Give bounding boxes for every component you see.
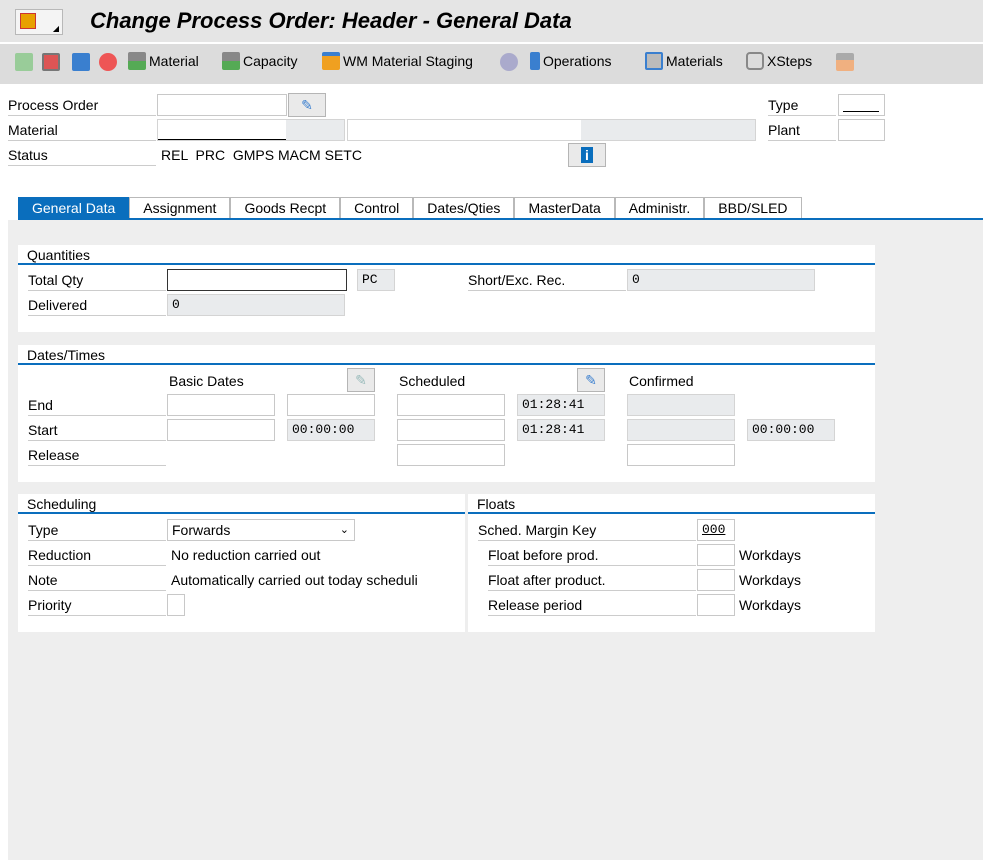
- float-before-label: Float before prod.: [488, 544, 696, 566]
- plant-label: Plant: [768, 119, 836, 141]
- status-label: Status: [8, 144, 156, 166]
- confirmed-start-date: [627, 419, 735, 441]
- tab-goods-recpt[interactable]: Goods Recpt: [230, 197, 341, 219]
- short-exc-rec-label: Short/Exc. Rec.: [468, 269, 626, 291]
- calendar-icon[interactable]: [42, 53, 60, 71]
- material-label: Material: [8, 119, 156, 141]
- tab-masterdata[interactable]: MasterData: [514, 197, 615, 219]
- material-description-field: [347, 119, 756, 141]
- lifebuoy-icon[interactable]: [99, 53, 117, 71]
- confirmed-end-date: [627, 394, 735, 416]
- priority-input[interactable]: [167, 594, 185, 616]
- scheduled-edit-button[interactable]: ✎: [577, 368, 605, 392]
- pencil-icon: ✎: [585, 372, 597, 388]
- scheduling-type-label: Type: [28, 519, 166, 541]
- scheduled-release-date[interactable]: [397, 444, 505, 466]
- basic-start-time: 00:00:00: [287, 419, 375, 441]
- tab-assignment[interactable]: Assignment: [129, 197, 231, 219]
- float-before-input[interactable]: [697, 544, 735, 566]
- end-label: End: [28, 394, 166, 416]
- edit-button[interactable]: ✎: [288, 93, 326, 117]
- basic-end-time[interactable]: [287, 394, 375, 416]
- materials-button[interactable]: Materials: [645, 52, 723, 70]
- scheduled-end-time: 01:28:41: [517, 394, 605, 416]
- total-qty-input[interactable]: [167, 269, 347, 291]
- delivered-label: Delivered: [28, 294, 166, 316]
- tab-bbd-sled[interactable]: BBD/SLED: [704, 197, 802, 219]
- reduction-label: Reduction: [28, 544, 166, 566]
- basic-end-date[interactable]: [167, 394, 275, 416]
- float-after-label: Float after product.: [488, 569, 696, 591]
- scheduled-start-time: 01:28:41: [517, 419, 605, 441]
- process-order-input[interactable]: [157, 94, 287, 116]
- quantities-title: Quantities: [18, 245, 875, 265]
- material-input[interactable]: [157, 119, 345, 141]
- scheduled-label: Scheduled: [399, 373, 466, 389]
- float-after-input[interactable]: [697, 569, 735, 591]
- warehouse-icon: [322, 52, 340, 70]
- xsteps-button[interactable]: XSteps: [746, 52, 812, 70]
- merge-icon[interactable]: [836, 53, 854, 71]
- tab-dates-qties[interactable]: Dates/Qties: [413, 197, 515, 219]
- menu-icon: [20, 13, 36, 29]
- wm-material-staging-button[interactable]: WM Material Staging: [322, 52, 473, 70]
- info-icon: i: [581, 147, 593, 163]
- short-exc-rec-field: 0: [627, 269, 815, 291]
- basic-dates-label: Basic Dates: [169, 373, 244, 389]
- operations-button[interactable]: Operations: [530, 52, 611, 70]
- chevron-down-icon: ⌄: [339, 524, 349, 536]
- reduction-value: No reduction carried out: [171, 547, 321, 563]
- tab-general-data[interactable]: General Data: [18, 197, 130, 219]
- plant-input[interactable]: [838, 119, 885, 141]
- basic-start-date[interactable]: [167, 419, 275, 441]
- calculator-icon[interactable]: [72, 53, 90, 71]
- release-label: Release: [28, 444, 166, 466]
- type-input[interactable]: [838, 94, 885, 116]
- release-period-label: Release period: [488, 594, 696, 616]
- workdays-label: Workdays: [739, 547, 801, 563]
- workdays-label: Workdays: [739, 597, 801, 613]
- delivered-field: 0: [167, 294, 345, 316]
- scheduled-end-date[interactable]: [397, 394, 505, 416]
- type-label: Type: [768, 94, 836, 116]
- note-value: Automatically carried out today scheduli: [171, 572, 418, 588]
- sched-margin-key-input[interactable]: 000: [697, 519, 735, 541]
- pencil-icon: ✎: [355, 372, 367, 388]
- tab-strip: General Data Assignment Goods Recpt Cont…: [18, 197, 802, 219]
- hierarchy-icon: [645, 52, 663, 70]
- unit-field: PC: [357, 269, 395, 291]
- confirmed-start-time: 00:00:00: [747, 419, 835, 441]
- tab-administr[interactable]: Administr.: [614, 197, 705, 219]
- scheduled-start-date[interactable]: [397, 419, 505, 441]
- priority-label: Priority: [28, 594, 166, 616]
- status-value: REL PRC GMPS MACM SETC: [161, 147, 362, 163]
- floats-title: Floats: [468, 494, 875, 514]
- scheduling-title: Scheduling: [18, 494, 465, 514]
- hat-icon[interactable]: [500, 53, 518, 71]
- page-title: Change Process Order: Header - General D…: [90, 8, 572, 33]
- system-menu-button[interactable]: ◢: [15, 9, 63, 35]
- sched-margin-key-label: Sched. Margin Key: [478, 519, 696, 541]
- start-label: Start: [28, 419, 166, 441]
- process-order-label: Process Order: [8, 94, 156, 116]
- capacity-icon: [222, 52, 240, 70]
- capacity-button[interactable]: Capacity: [222, 52, 297, 70]
- status-info-button[interactable]: i: [568, 143, 606, 167]
- basic-dates-edit-button[interactable]: ✎: [347, 368, 375, 392]
- material-icon: [128, 52, 146, 70]
- scheduling-type-select[interactable]: Forwards ⌄: [167, 519, 355, 541]
- note-label: Note: [28, 569, 166, 591]
- dates-title: Dates/Times: [18, 345, 875, 365]
- confirmed-label: Confirmed: [629, 373, 694, 389]
- release-period-input[interactable]: [697, 594, 735, 616]
- operations-icon: [530, 52, 540, 70]
- material-button[interactable]: Material: [128, 52, 199, 70]
- cube-icon: [746, 52, 764, 70]
- workdays-label: Workdays: [739, 572, 801, 588]
- confirmed-release-date[interactable]: [627, 444, 735, 466]
- pencil-icon: ✎: [301, 97, 313, 113]
- tab-control[interactable]: Control: [340, 197, 414, 219]
- total-qty-label: Total Qty: [28, 269, 166, 291]
- flag-icon[interactable]: [15, 53, 33, 71]
